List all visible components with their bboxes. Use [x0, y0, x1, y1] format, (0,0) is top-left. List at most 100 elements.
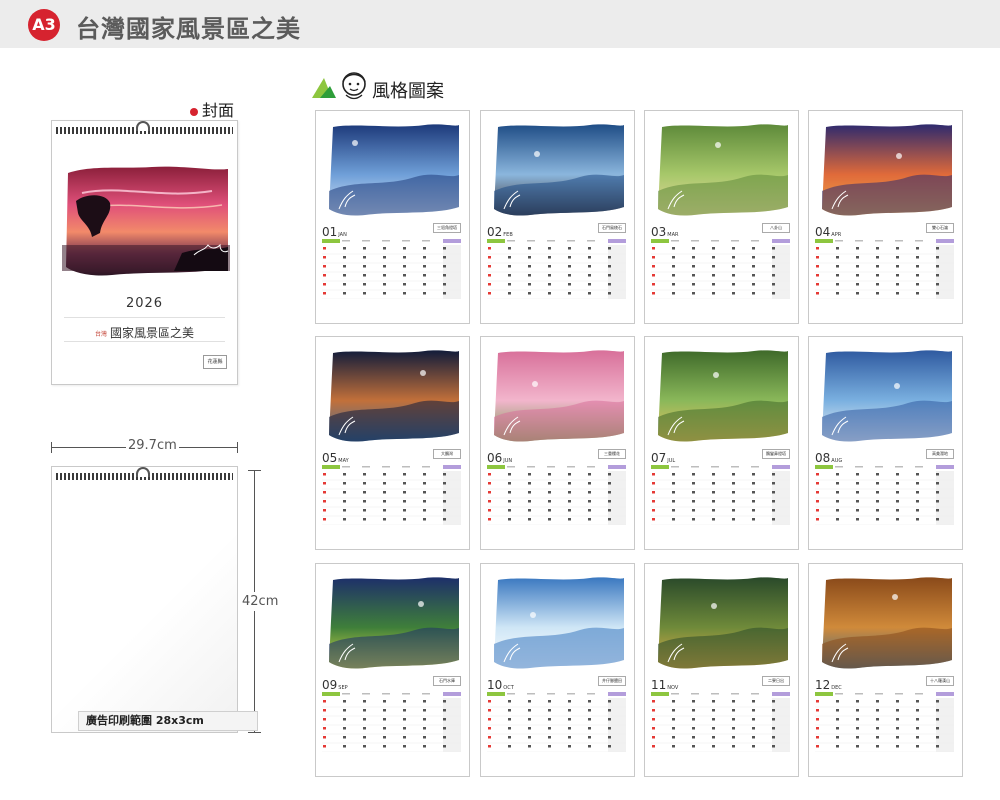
month-heading: 02FEB	[487, 225, 513, 239]
month-illustration	[494, 350, 624, 442]
height-label: 42cm	[242, 592, 279, 611]
cover-year: 2026	[125, 296, 164, 311]
month-illustration	[658, 577, 788, 669]
month-abbrev: FEB	[503, 232, 513, 238]
month-illustration	[822, 124, 952, 216]
month-heading: 09SEP	[322, 678, 348, 692]
calendar-grid	[322, 692, 461, 752]
month-abbrev: OCT	[503, 685, 514, 691]
month-abbrev: NOV	[667, 685, 679, 691]
calendar-grid	[815, 465, 954, 525]
calendar-grid	[487, 692, 626, 752]
month-card: 01JAN 三貂角燈塔	[315, 110, 470, 324]
calendar-grid	[487, 465, 626, 525]
month-abbrev: APR	[831, 232, 842, 238]
hanger-hook	[136, 121, 150, 131]
month-illustration	[494, 124, 624, 216]
cover-stamp: 花蓮縣	[203, 355, 227, 369]
cover-divider	[64, 317, 225, 318]
location-tag: 八卦山	[762, 223, 790, 233]
calendar-grid	[322, 465, 461, 525]
month-abbrev: SEP	[338, 685, 348, 691]
month-heading: 08AUG	[815, 451, 842, 465]
month-number: 02	[487, 225, 503, 239]
page: A3 台灣國家風景區之美 風格圖案 封面 2026 台灣 國家風景區之美 花蓮縣…	[0, 0, 1000, 800]
calendar-grid	[651, 692, 790, 752]
month-card: 05MAY 大鵬灣	[315, 336, 470, 550]
red-dot-icon	[190, 107, 198, 116]
month-card: 07JUL 鵝鑾鼻燈塔	[644, 336, 799, 550]
header-bar: A3 台灣國家風景區之美	[0, 0, 1000, 48]
month-illustration	[822, 350, 952, 442]
cover-label: 封面	[190, 97, 234, 121]
width-label: 29.7cm	[126, 438, 179, 453]
cover-divider	[64, 341, 225, 342]
height-dimension: 42cm	[242, 470, 279, 733]
cover-calendar-name: 台灣 國家風景區之美	[52, 324, 237, 341]
month-card: 10OCT 井仔腳鹽田	[480, 563, 635, 777]
month-number: 01	[322, 225, 338, 239]
month-number: 08	[815, 451, 831, 465]
month-number: 11	[651, 678, 667, 692]
month-abbrev: MAY	[338, 458, 349, 464]
calendar-grid	[322, 239, 461, 299]
month-abbrev: JUN	[503, 458, 513, 464]
month-illustration	[494, 577, 624, 669]
month-illustration	[329, 577, 459, 669]
location-tag: 石門風稜石	[598, 223, 626, 233]
month-abbrev: JAN	[338, 232, 347, 238]
location-tag: 井仔腳鹽田	[598, 676, 626, 686]
calendar-back-page: 廣告印刷範圍 28x3cm	[51, 466, 258, 733]
month-number: 09	[322, 678, 338, 692]
calendar-grid	[651, 239, 790, 299]
month-card: 06JUN 三重櫻花	[480, 336, 635, 550]
calendar-grid	[651, 465, 790, 525]
month-card: 02FEB 石門風稜石	[480, 110, 635, 324]
ad-print-area: 廣告印刷範圍 28x3cm	[78, 711, 258, 731]
month-abbrev: MAR	[667, 232, 679, 238]
calendar-grid	[487, 239, 626, 299]
month-card: 09SEP 石門水庫	[315, 563, 470, 777]
location-tag: 三重櫻花	[598, 449, 626, 459]
location-tag: 二寮日出	[762, 676, 790, 686]
month-heading: 06JUN	[487, 451, 512, 465]
month-heading: 12DEC	[815, 678, 842, 692]
location-tag: 高美濕地	[926, 449, 954, 459]
calendar-grid	[815, 239, 954, 299]
month-illustration	[329, 124, 459, 216]
month-card: 12DEC 十八羅漢山	[808, 563, 963, 777]
month-card: 04APR 雙心石滬	[808, 110, 963, 324]
cover-label-text: 封面	[202, 101, 235, 120]
month-heading: 11NOV	[651, 678, 678, 692]
month-card: 03MAR 八卦山	[644, 110, 799, 324]
month-number: 05	[322, 451, 338, 465]
month-card: 08AUG 高美濕地	[808, 336, 963, 550]
cover-illustration	[62, 166, 230, 276]
month-illustration	[329, 350, 459, 442]
month-number: 07	[651, 451, 667, 465]
calendar-cover: 2026 台灣 國家風景區之美 花蓮縣	[51, 120, 238, 385]
month-card: 11NOV 二寮日出	[644, 563, 799, 777]
size-badge: A3	[28, 9, 60, 41]
width-dimension: 29.7cm	[51, 438, 238, 453]
cover-name-prefix: 台灣	[94, 331, 107, 338]
month-illustration	[658, 350, 788, 442]
month-heading: 01JAN	[322, 225, 347, 239]
month-illustration	[822, 577, 952, 669]
location-tag: 大鵬灣	[433, 449, 461, 459]
month-number: 12	[815, 678, 831, 692]
month-heading: 03MAR	[651, 225, 679, 239]
calendar-grid	[815, 692, 954, 752]
location-tag: 石門水庫	[433, 676, 461, 686]
location-tag: 十八羅漢山	[926, 676, 954, 686]
month-abbrev: JUL	[667, 458, 676, 464]
month-heading: 05MAY	[322, 451, 349, 465]
triangle-logo-icon	[312, 72, 366, 100]
location-tag: 三貂角燈塔	[433, 223, 461, 233]
month-heading: 10OCT	[487, 678, 514, 692]
location-tag: 鵝鑾鼻燈塔	[762, 449, 790, 459]
month-abbrev: DEC	[831, 685, 842, 691]
hanger-hook	[136, 467, 150, 477]
month-number: 10	[487, 678, 503, 692]
month-heading: 07JUL	[651, 451, 675, 465]
